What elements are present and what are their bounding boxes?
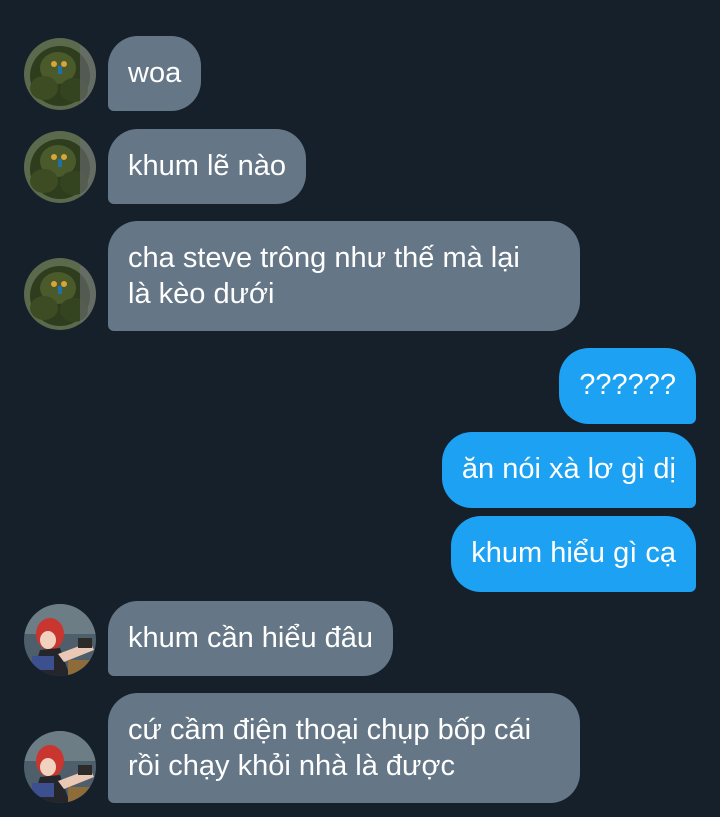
avatar-green-icon[interactable]	[24, 258, 96, 330]
message-text-line: là kèo dưới	[128, 278, 275, 310]
message-text: khum cần hiểu đâu	[128, 622, 374, 654]
outgoing-message-bubble[interactable]: khum hiểu gì cạ	[451, 516, 696, 592]
conversation-view: woa khum lẽ nào cha steve trông như thế …	[0, 0, 720, 817]
incoming-message-bubble[interactable]: cha steve trông như thế mà lại là kèo dư…	[108, 221, 580, 331]
avatar-red-hair-icon[interactable]	[24, 731, 96, 803]
message-text-line: rồi chạy khỏi nhà là được	[128, 750, 455, 782]
message-text: khum lẽ nào	[128, 150, 286, 182]
avatar-red-hair-icon[interactable]	[24, 604, 96, 676]
message-text: woa	[128, 57, 182, 89]
incoming-message-bubble[interactable]: khum cần hiểu đâu	[108, 601, 394, 676]
outgoing-message-bubble[interactable]: ??????	[559, 348, 696, 424]
message-text: ăn nói xà lơ gì dị	[461, 453, 676, 485]
avatar-green-icon[interactable]	[24, 38, 96, 110]
message-text: ??????	[579, 369, 676, 401]
incoming-message-bubble[interactable]: cứ cầm điện thoại chụp bốp cái rồi chạy …	[108, 693, 580, 803]
message-text: khum hiểu gì cạ	[471, 537, 676, 569]
message-text-line: cha steve trông như thế mà lại	[128, 242, 520, 274]
message-text-line: cứ cầm điện thoại chụp bốp cái	[128, 714, 532, 746]
outgoing-message-bubble[interactable]: ăn nói xà lơ gì dị	[441, 432, 696, 508]
incoming-message-bubble[interactable]: khum lẽ nào	[108, 129, 306, 204]
avatar-green-icon[interactable]	[24, 131, 96, 203]
incoming-message-bubble[interactable]: woa	[108, 36, 202, 111]
